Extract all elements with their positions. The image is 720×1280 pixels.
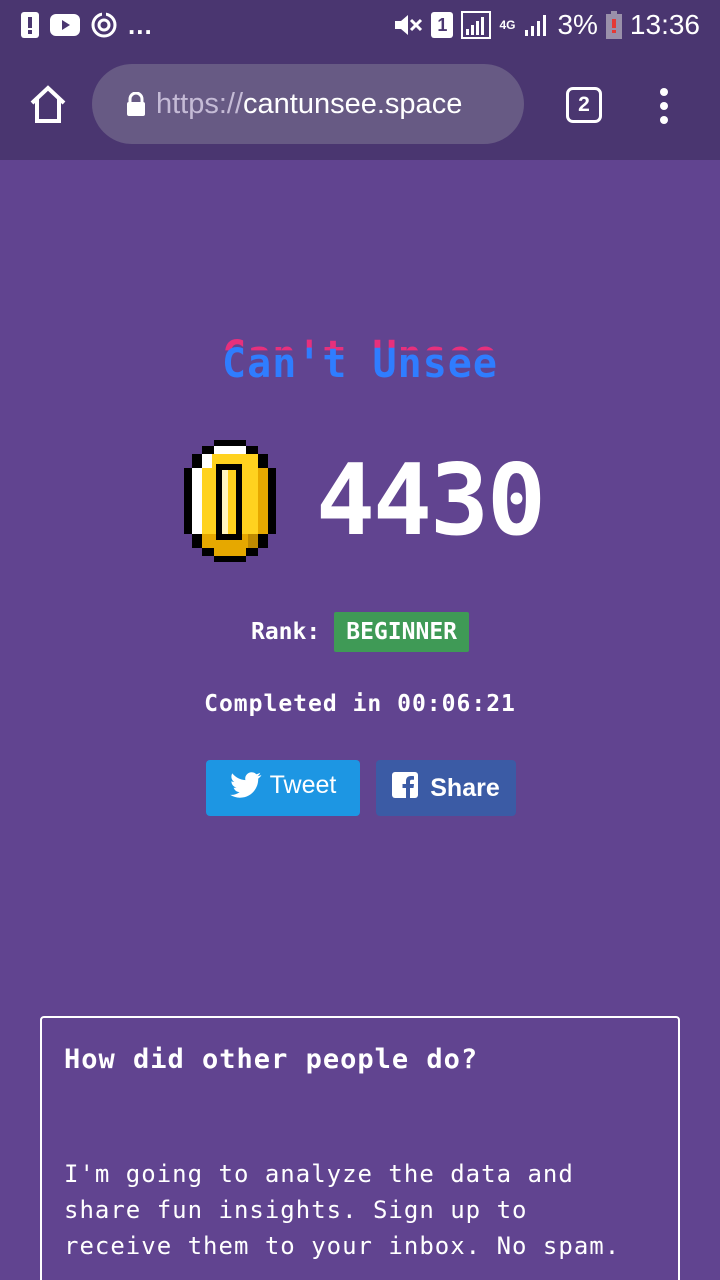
address-bar[interactable]: https://cantunsee.space bbox=[92, 64, 524, 144]
mute-icon bbox=[393, 12, 423, 38]
tabs-icon[interactable]: 2 bbox=[566, 87, 602, 123]
site-logo[interactable]: Can't Unsee Can't Unsee bbox=[0, 333, 720, 392]
data-saver-icon bbox=[90, 11, 118, 39]
status-right: 1 4G 3% 13:36 bbox=[393, 8, 700, 42]
twitter-icon bbox=[229, 771, 262, 805]
network-type-icon: 4G bbox=[499, 18, 516, 32]
rank-label: Rank: bbox=[250, 619, 321, 645]
coin-icon bbox=[184, 440, 276, 562]
signal-icon bbox=[523, 12, 549, 38]
rank-row: Rank: BEGINNER bbox=[0, 612, 720, 652]
youtube-icon bbox=[50, 14, 80, 36]
tweet-label: Tweet bbox=[269, 770, 337, 799]
clock: 13:36 bbox=[629, 9, 700, 40]
rank-badge: BEGINNER bbox=[334, 612, 470, 652]
status-left: ... bbox=[20, 10, 153, 40]
newsletter-card: How did other people do? I'm going to an… bbox=[40, 1016, 680, 1280]
facebook-icon bbox=[392, 771, 419, 805]
logo-text: Can't Unsee bbox=[222, 341, 498, 387]
card-body: I'm going to analyze the data and share … bbox=[64, 1160, 621, 1260]
status-overflow: ... bbox=[128, 10, 153, 40]
sim-icon: 1 bbox=[431, 12, 454, 38]
alert-icon bbox=[20, 11, 40, 39]
score-row: 4430 bbox=[0, 440, 720, 562]
home-icon[interactable] bbox=[26, 83, 70, 127]
card-title: How did other people do? bbox=[64, 1044, 479, 1075]
tweet-button[interactable]: Tweet bbox=[206, 760, 360, 816]
battery-icon bbox=[605, 11, 622, 39]
url-host: cantunsee.space bbox=[243, 88, 463, 120]
url-scheme: https:// bbox=[156, 88, 244, 120]
share-button[interactable]: Share bbox=[376, 760, 516, 816]
browser-toolbar: https://cantunsee.space 2 bbox=[0, 50, 720, 160]
share-label: Share bbox=[430, 773, 500, 802]
completion-time: Completed in 00:06:21 bbox=[204, 691, 516, 717]
score-value: 4430 bbox=[316, 444, 546, 558]
lock-icon bbox=[126, 91, 146, 116]
signal-icon bbox=[461, 11, 492, 39]
status-bar: ... 1 4G 3% 13:36 bbox=[0, 0, 720, 50]
battery-percent: 3% bbox=[557, 9, 598, 40]
more-vert-icon[interactable] bbox=[654, 86, 674, 126]
url-text: https://cantunsee.space bbox=[156, 64, 463, 144]
